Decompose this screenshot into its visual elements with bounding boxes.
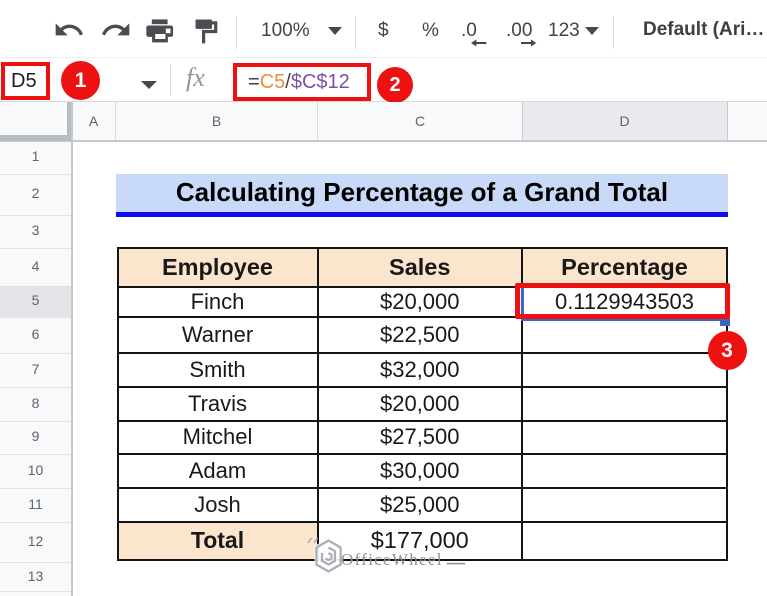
svg-text:OfficeWheel: OfficeWheel (341, 550, 443, 569)
